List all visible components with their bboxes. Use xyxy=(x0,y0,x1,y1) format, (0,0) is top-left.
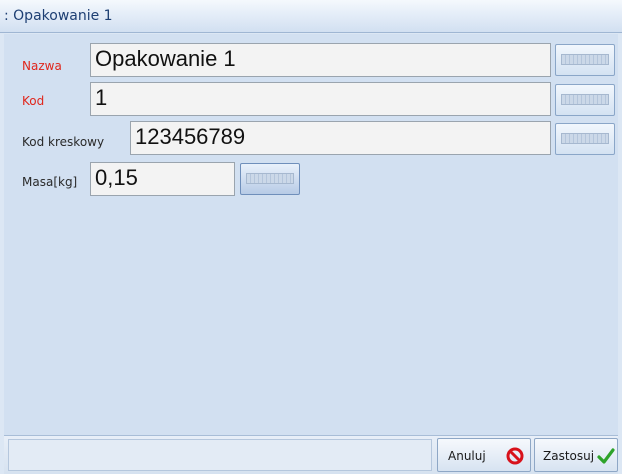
barcode-keyboard-button[interactable] xyxy=(555,123,615,155)
name-label: Nazwa xyxy=(22,59,62,73)
keyboard-icon xyxy=(246,173,294,184)
code-label: Kod xyxy=(22,94,45,108)
mass-keyboard-button[interactable] xyxy=(240,163,300,195)
title-bar: : Opakowanie 1 xyxy=(0,0,622,33)
code-keyboard-button[interactable] xyxy=(555,84,615,116)
window-title: : Opakowanie 1 xyxy=(4,8,113,24)
keyboard-icon xyxy=(561,54,609,65)
form-panel: Nazwa Opakowanie 1 Kod 1 Kod kreskowy 12… xyxy=(4,34,618,435)
keyboard-icon xyxy=(561,94,609,105)
checkmark-icon xyxy=(597,448,615,464)
barcode-field[interactable]: 123456789 xyxy=(130,121,551,155)
name-field[interactable]: Opakowanie 1 xyxy=(90,43,551,77)
cancel-button-label: Anuluj xyxy=(448,449,486,463)
code-field[interactable]: 1 xyxy=(90,82,551,116)
mass-label: Masa[kg] xyxy=(22,175,78,189)
status-message-area xyxy=(8,439,432,471)
name-keyboard-button[interactable] xyxy=(555,44,615,76)
cancel-button[interactable]: Anuluj xyxy=(437,438,531,472)
mass-field[interactable]: 0,15 xyxy=(90,162,235,196)
barcode-label: Kod kreskowy xyxy=(22,135,105,149)
keyboard-icon xyxy=(561,133,609,144)
apply-button-label: Zastosuj xyxy=(543,449,595,463)
cancel-icon xyxy=(506,447,524,465)
status-bar: Anuluj Zastosuj xyxy=(4,435,618,474)
apply-button[interactable]: Zastosuj xyxy=(534,438,618,472)
